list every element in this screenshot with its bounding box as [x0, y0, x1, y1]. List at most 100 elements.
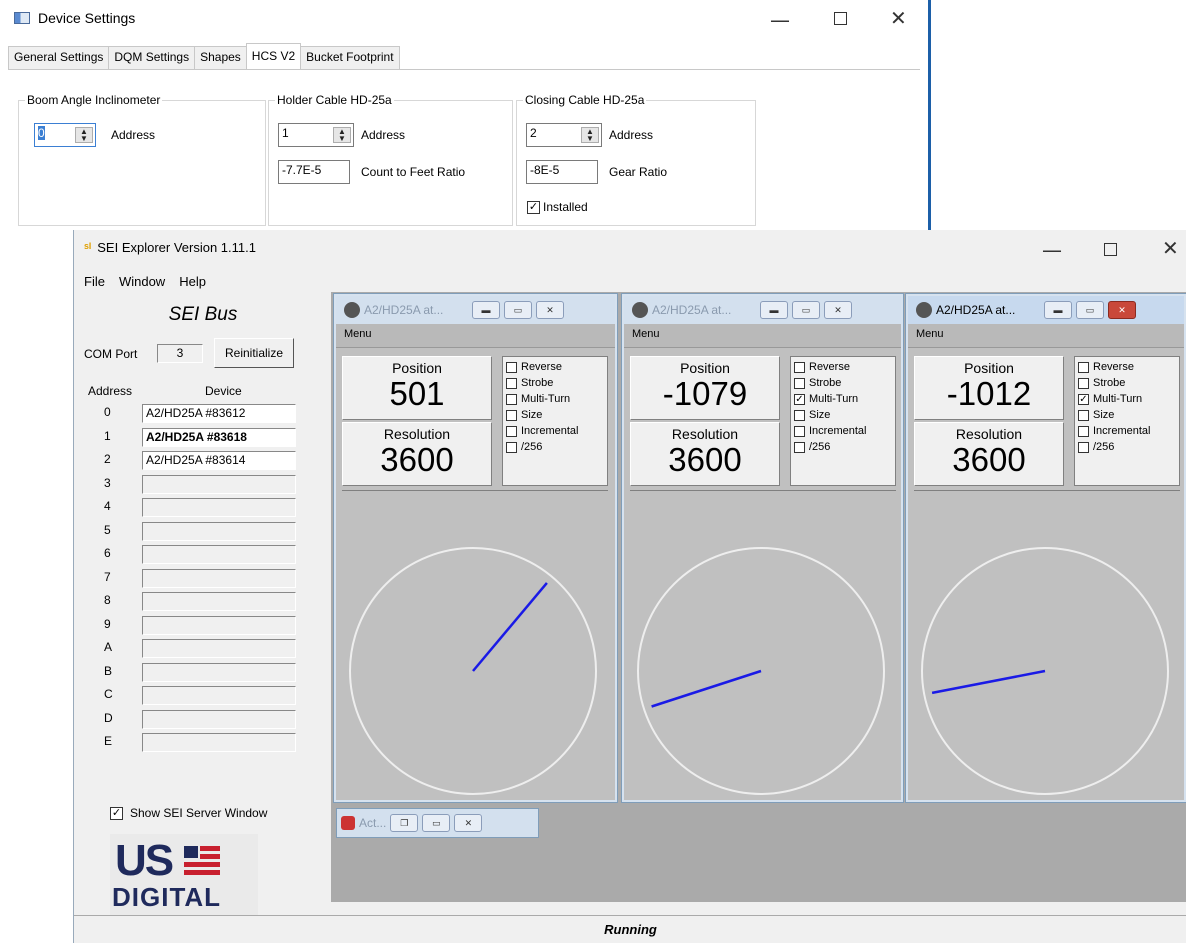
option-row[interactable]: Size [791, 407, 895, 423]
restore-icon[interactable]: ❐ [390, 814, 419, 832]
option-checkbox[interactable] [1078, 377, 1089, 389]
option-row[interactable]: Strobe [503, 375, 607, 391]
device-slot[interactable] [142, 686, 296, 705]
closing-address-spinner[interactable]: ▲ ▼ [581, 127, 599, 143]
boom-address-spinner[interactable]: ▲ ▼ [75, 127, 93, 143]
option-row[interactable]: Reverse [791, 359, 895, 375]
minimize-icon[interactable]: ▬ [1044, 301, 1072, 319]
sei-maximize-icon[interactable] [1104, 243, 1117, 256]
maximize-icon[interactable]: ▭ [1076, 301, 1104, 319]
device-slot[interactable]: A2/HD25A #83614 [142, 451, 296, 470]
tab-hcs-v2[interactable]: HCS V2 [245, 43, 302, 69]
option-checkbox[interactable] [794, 409, 805, 421]
option-row[interactable]: Incremental [1075, 423, 1179, 439]
minimized-child-window[interactable]: Act... ❐ ▭ ✕ [336, 808, 539, 838]
device-slot[interactable]: A2/HD25A #83618 [142, 427, 296, 447]
option-checkbox[interactable] [1078, 441, 1089, 453]
encoder-window[interactable]: A2/HD25A at... ▬ ▭ ✕ Menu Position 501 R… [334, 294, 617, 802]
option-row[interactable]: Size [1075, 407, 1179, 423]
close-icon[interactable]: ✕ [1108, 301, 1136, 319]
device-slot[interactable] [142, 709, 296, 729]
option-checkbox[interactable] [794, 441, 805, 453]
encoder-window[interactable]: A2/HD25A at... ▬ ▭ ✕ Menu Position -1012… [906, 294, 1186, 802]
encoder-titlebar[interactable]: A2/HD25A at... ▬ ▭ ✕ [908, 296, 1184, 324]
minimize-icon[interactable]: ▬ [472, 301, 500, 319]
option-checkbox[interactable] [506, 425, 517, 437]
closing-gear-ratio-input[interactable]: -8E-5 [526, 160, 598, 184]
tab-bucket-footprint[interactable]: Bucket Footprint [300, 46, 400, 70]
encoder-titlebar[interactable]: A2/HD25A at... ▬ ▭ ✕ [624, 296, 901, 324]
option-row[interactable]: /256 [503, 439, 607, 455]
tab-general-settings[interactable]: General Settings [8, 46, 110, 70]
sei-close-icon[interactable]: ✕ [1162, 236, 1179, 260]
resolution-label: Resolution [955, 426, 1023, 442]
minimize-icon[interactable]: ▬ [760, 301, 788, 319]
option-row[interactable]: Size [503, 407, 607, 423]
option-checkbox[interactable] [1078, 361, 1089, 373]
installed-checkbox[interactable]: ✓ [527, 201, 540, 214]
encoder-menu[interactable]: Menu [908, 324, 1184, 348]
holder-address-spinner[interactable]: ▲ ▼ [333, 127, 351, 143]
option-row[interactable]: ✓ Multi-Turn [1075, 391, 1179, 407]
option-checkbox[interactable] [506, 361, 517, 373]
device-slot[interactable] [142, 662, 296, 682]
option-checkbox[interactable] [794, 425, 805, 437]
close-icon[interactable]: ✕ [890, 6, 907, 30]
device-slot[interactable] [142, 733, 296, 752]
option-row[interactable]: Incremental [791, 423, 895, 439]
maximize-icon[interactable]: ▭ [792, 301, 820, 319]
option-checkbox[interactable]: ✓ [794, 393, 805, 405]
tab-shapes[interactable]: Shapes [194, 46, 247, 70]
option-row[interactable]: ✓ Multi-Turn [791, 391, 895, 407]
option-row[interactable]: Incremental [503, 423, 607, 439]
menu-help[interactable]: Help [179, 274, 206, 289]
close-icon[interactable]: ✕ [454, 814, 483, 832]
tab-dqm-settings[interactable]: DQM Settings [108, 46, 196, 70]
option-row[interactable]: /256 [791, 439, 895, 455]
option-checkbox[interactable] [794, 361, 805, 373]
close-icon[interactable]: ✕ [824, 301, 852, 319]
option-checkbox[interactable] [506, 441, 517, 453]
close-icon[interactable]: ✕ [536, 301, 564, 319]
sei-titlebar: ˢᴵ SEI Explorer Version 1.11.1 [84, 240, 256, 255]
option-checkbox[interactable] [1078, 409, 1089, 421]
dial-svg [349, 547, 597, 795]
option-checkbox[interactable] [506, 393, 517, 405]
device-slot[interactable] [142, 592, 296, 611]
option-checkbox[interactable] [794, 377, 805, 389]
option-row[interactable]: Strobe [1075, 375, 1179, 391]
device-slot[interactable] [142, 568, 296, 588]
device-slot[interactable] [142, 474, 296, 494]
option-label: Multi-Turn [521, 393, 571, 405]
menu-window[interactable]: Window [119, 274, 165, 289]
maximize-icon[interactable]: ▭ [422, 814, 451, 832]
maximize-icon[interactable] [834, 12, 847, 25]
minimize-icon[interactable]: — [770, 8, 790, 32]
device-address: E [104, 734, 113, 748]
option-row[interactable]: Reverse [503, 359, 607, 375]
menu-file[interactable]: File [84, 274, 105, 289]
option-checkbox[interactable] [506, 409, 517, 421]
device-slot[interactable] [142, 498, 296, 517]
encoder-menu[interactable]: Menu [624, 324, 901, 348]
option-row[interactable]: Strobe [791, 375, 895, 391]
option-row[interactable]: /256 [1075, 439, 1179, 455]
reinitialize-button[interactable]: Reinitialize [214, 338, 294, 368]
option-row[interactable]: Multi-Turn [503, 391, 607, 407]
option-row[interactable]: Reverse [1075, 359, 1179, 375]
encoder-titlebar[interactable]: A2/HD25A at... ▬ ▭ ✕ [336, 296, 615, 324]
show-server-checkbox[interactable]: ✓ [110, 807, 123, 820]
encoder-window[interactable]: A2/HD25A at... ▬ ▭ ✕ Menu Position -1079… [622, 294, 903, 802]
device-slot[interactable]: A2/HD25A #83612 [142, 404, 296, 423]
device-slot[interactable] [142, 521, 296, 541]
device-slot[interactable] [142, 615, 296, 635]
encoder-menu[interactable]: Menu [336, 324, 615, 348]
device-slot[interactable] [142, 639, 296, 658]
holder-ratio-input[interactable]: -7.7E-5 [278, 160, 350, 184]
option-checkbox[interactable]: ✓ [1078, 393, 1089, 405]
sei-minimize-icon[interactable]: — [1042, 238, 1062, 262]
option-checkbox[interactable] [1078, 425, 1089, 437]
maximize-icon[interactable]: ▭ [504, 301, 532, 319]
option-checkbox[interactable] [506, 377, 517, 389]
device-slot[interactable] [142, 545, 296, 564]
